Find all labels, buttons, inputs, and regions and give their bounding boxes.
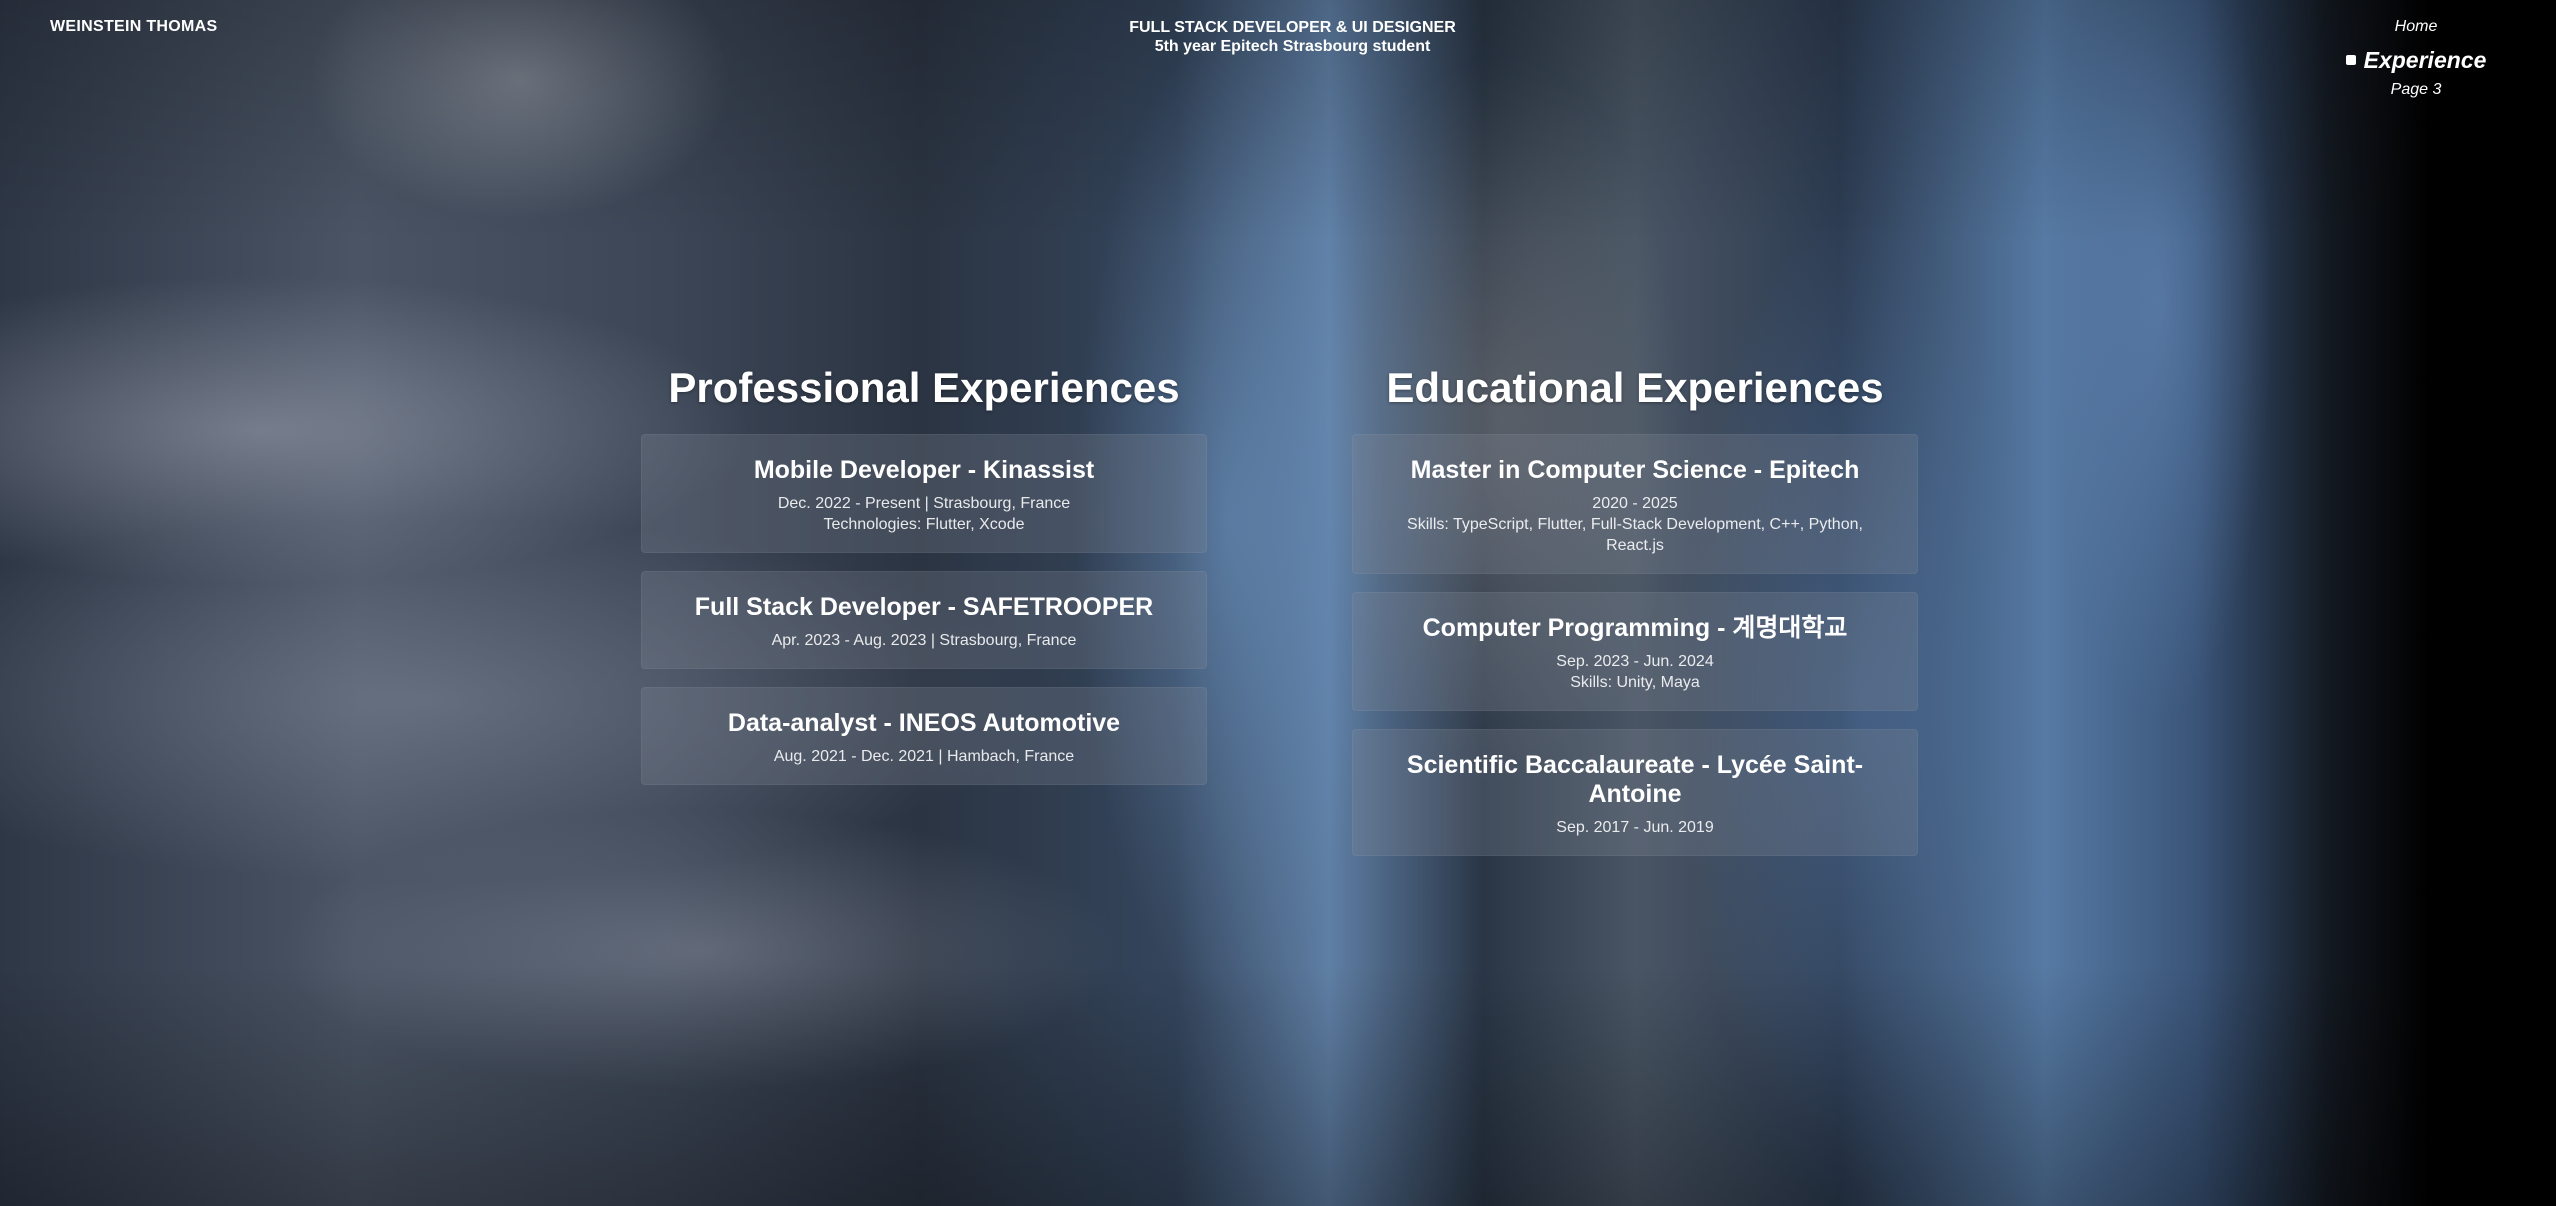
active-indicator-icon xyxy=(2345,54,2356,65)
background-shade xyxy=(0,0,2556,1206)
nav-item-home[interactable]: Home xyxy=(2316,16,2516,38)
page-navigation: Home Experience Page 3 xyxy=(2316,16,2516,112)
section-title: Educational Experiences xyxy=(1386,364,1884,411)
nav-item-label: Experience xyxy=(2363,47,2487,73)
section-title: Professional Experiences xyxy=(668,364,1180,411)
nav-item-label: Home xyxy=(2394,18,2438,35)
experience-card-ineos[interactable]: Data-analyst - INEOS Automotive Aug. 202… xyxy=(641,687,1207,785)
card-dates: 2020 - 2025 xyxy=(1592,495,1678,512)
nav-item-page-3[interactable]: Page 3 xyxy=(2316,79,2516,101)
card-title: Data-analyst - INEOS Automotive xyxy=(727,709,1121,737)
tagline-role: FULL STACK DEVELOPER & UI DESIGNER xyxy=(1129,19,1456,36)
educational-experiences-section: Educational Experiences Master in Comput… xyxy=(1352,360,1918,874)
education-card-keimyung[interactable]: Computer Programming - 계명대학교 Sep. 2023 -… xyxy=(1352,592,1918,711)
education-card-epitech[interactable]: Master in Computer Science - Epitech 202… xyxy=(1352,434,1918,574)
card-title: Full Stack Developer - SAFETROOPER xyxy=(694,593,1154,621)
card-dates: Sep. 2017 - Jun. 2019 xyxy=(1556,819,1714,836)
card-technologies: Technologies: Flutter, Xcode xyxy=(823,516,1025,533)
card-dates-location: Apr. 2023 - Aug. 2023 | Strasbourg, Fran… xyxy=(771,632,1077,649)
card-title: Mobile Developer - Kinassist xyxy=(753,456,1095,484)
card-skills: Skills: Unity, Maya xyxy=(1570,674,1700,691)
nav-item-experience[interactable]: Experience xyxy=(2316,47,2516,73)
card-dates-location: Aug. 2021 - Dec. 2021 | Hambach, France xyxy=(773,748,1075,765)
nav-item-label: Page 3 xyxy=(2390,81,2442,98)
card-title: Scientific Baccalaureate - Lycée Saint-A… xyxy=(1406,751,1864,808)
card-dates-location: Dec. 2022 - Present | Strasbourg, France xyxy=(777,495,1071,512)
education-card-lycee[interactable]: Scientific Baccalaureate - Lycée Saint-A… xyxy=(1352,729,1918,856)
card-dates: Sep. 2023 - Jun. 2024 xyxy=(1556,653,1714,670)
card-title: Computer Programming - 계명대학교 xyxy=(1422,614,1848,642)
tagline-status: 5th year Epitech Strasbourg student xyxy=(1154,38,1431,55)
experience-card-safetrooper[interactable]: Full Stack Developer - SAFETROOPER Apr. … xyxy=(641,571,1207,669)
header-tagline: FULL STACK DEVELOPER & UI DESIGNER 5th y… xyxy=(1000,18,1585,56)
site-brand[interactable]: WEINSTEIN THOMAS xyxy=(50,18,217,36)
professional-experiences-section: Professional Experiences Mobile Develope… xyxy=(641,360,1207,803)
experience-card-kinassist[interactable]: Mobile Developer - Kinassist Dec. 2022 -… xyxy=(641,434,1207,553)
card-skills: Skills: TypeScript, Flutter, Full-Stack … xyxy=(1407,516,1863,554)
card-title: Master in Computer Science - Epitech xyxy=(1410,456,1860,484)
